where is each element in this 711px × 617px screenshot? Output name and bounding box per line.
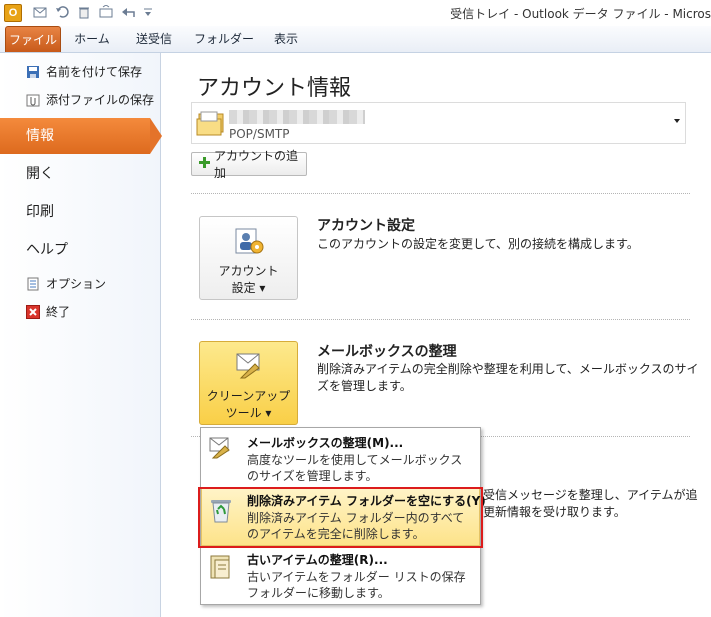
nav-open[interactable]: 開く [26,161,54,187]
page-title: アカウント情報 [197,76,352,101]
mailbox-cleanup-desc-1: 削除済みアイテムの完全削除や整理を利用して、メールボックスのサイ [317,362,699,376]
nav-options[interactable]: オプション [26,274,106,294]
tab-view[interactable]: 表示 [266,26,306,52]
tab-home[interactable]: ホーム [68,26,116,52]
rules-desc-1: 受信メッセージを整理し、アイテムが追 [483,488,698,502]
archive-icon [208,553,234,579]
nav-exit-label: 終了 [46,305,71,319]
nav-save-attachments[interactable]: 添付ファイルの保存 [26,90,154,110]
send-receive-icon[interactable] [98,4,114,20]
nav-options-label: オプション [46,277,107,291]
mailbox-cleanup-icon [208,434,234,460]
exit-icon [26,305,40,319]
window-title: 受信トレイ - Outlook データ ファイル - Micros [450,7,711,21]
nav-save-as[interactable]: 名前を付けて保存 [26,62,142,82]
account-settings-label-1: アカウント [218,264,279,278]
save-attachments-icon [26,93,40,107]
undo-icon[interactable] [54,4,70,20]
outlook-app-icon[interactable]: O [4,4,22,22]
cleanup-tools-button[interactable]: クリーンアップ ツール ▾ [199,341,298,425]
plus-icon [199,157,210,171]
account-name-redacted [229,110,365,124]
highlight-box [198,487,483,548]
chevron-down-icon[interactable] [674,119,680,123]
account-settings-icon [233,225,265,260]
account-settings-button[interactable]: アカウント 設定 ▾ [199,216,298,300]
cleanup-tools-label-2: ツール ▾ [225,406,272,420]
mailbox-cleanup-desc-2: ズを管理します。 [317,379,412,393]
divider [191,193,690,194]
account-settings-desc: このアカウントの設定を変更して、別の接続を構成します。 [317,237,639,251]
nav-help[interactable]: ヘルプ [26,237,68,263]
menu-item-mailbox-cleanup-title: メールボックスの整理(M)... [247,436,404,450]
cleanup-tools-icon [233,348,265,383]
rules-desc-2: 更新情報を受け取ります。 [483,505,626,519]
account-settings-title: アカウント設定 [317,218,415,234]
options-icon [26,277,40,291]
menu-item-archive-desc: 古いアイテムをフォルダー リストの保存フォルダーに移動します。 [247,570,466,600]
account-folder-icon [196,111,226,140]
tab-send-receive[interactable]: 送受信 [126,26,182,52]
add-account-label: アカウントの追加 [214,149,299,180]
account-settings-label-2: 設定 ▾ [231,281,266,295]
reply-icon[interactable] [120,4,136,20]
nav-info-label: 情報 [26,128,54,144]
tab-folder[interactable]: フォルダー [192,26,256,52]
tab-file[interactable]: ファイル [5,26,61,52]
mailbox-cleanup-title: メールボックスの整理 [317,344,457,360]
nav-exit[interactable]: 終了 [26,302,70,322]
cleanup-tools-label-1: クリーンアップ [206,389,291,403]
menu-item-mailbox-cleanup-desc: 高度なツールを使用してメールボックスのサイズを管理します。 [247,453,463,483]
nav-save-attachments-label: 添付ファイルの保存 [46,93,155,107]
nav-save-as-label: 名前を付けて保存 [46,65,143,79]
new-mail-icon[interactable] [32,4,48,20]
menu-item-archive-title: 古いアイテムの整理(R)... [247,553,388,567]
add-account-button[interactable]: アカウントの追加 [191,149,307,180]
account-type: POP/SMTP [229,127,290,141]
nav-print[interactable]: 印刷 [26,199,54,225]
customize-icon[interactable] [140,4,156,20]
nav-info[interactable] [0,118,150,154]
divider [191,319,690,320]
delete-icon[interactable] [76,4,92,20]
nav-info-arrow [150,118,162,154]
save-as-icon [26,65,40,79]
